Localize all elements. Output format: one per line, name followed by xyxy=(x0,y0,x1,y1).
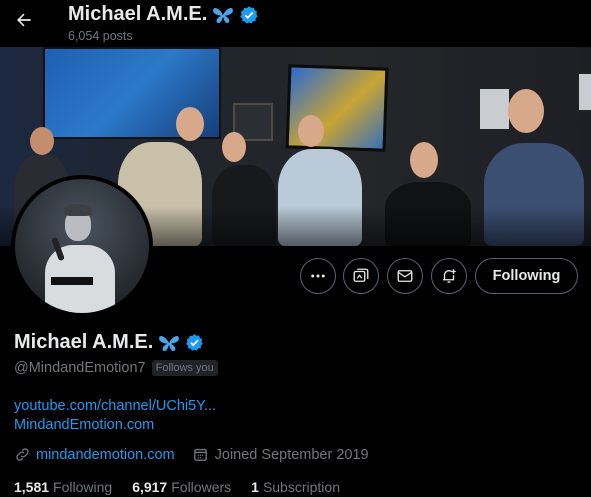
banner-person-head xyxy=(30,127,54,155)
butterfly-icon xyxy=(213,7,234,23)
butterfly-icon xyxy=(159,335,180,351)
avatar-hair xyxy=(64,204,92,216)
banner-person-head xyxy=(410,142,438,178)
profile-name-row: Michael A.M.E. xyxy=(14,331,204,354)
joined-item: Joined September 2019 xyxy=(192,446,369,463)
header-name: Michael A.M.E. xyxy=(68,3,208,25)
profile-name: Michael A.M.E. xyxy=(14,331,154,353)
stat-number: 6,917 xyxy=(132,479,168,495)
stat-label: Followers xyxy=(171,479,232,495)
profile-actions: Following xyxy=(0,258,591,294)
profile-meta: mindandemotion.com Joined September 2019 xyxy=(14,446,369,463)
banner-person-head xyxy=(176,107,204,141)
post-count: 6,054 posts xyxy=(68,29,133,43)
subscription-count[interactable]: 1 Subscription xyxy=(251,479,340,495)
banner-wall-frame xyxy=(478,87,511,131)
grok-button[interactable] xyxy=(343,258,379,294)
message-button[interactable] xyxy=(387,258,423,294)
banner-person-head xyxy=(298,115,324,147)
website-item: mindandemotion.com xyxy=(14,446,175,463)
verified-badge-icon[interactable] xyxy=(185,333,204,352)
banner-person-head xyxy=(508,89,544,133)
profile-handle: @MindandEmotion7 xyxy=(14,360,146,376)
banner-person-head xyxy=(222,132,246,162)
calendar-icon xyxy=(193,448,207,461)
joined-date: Joined September 2019 xyxy=(214,446,369,463)
grok-icon xyxy=(353,268,369,282)
stat-label: Following xyxy=(53,479,113,495)
avatar-ring[interactable] xyxy=(11,175,153,317)
notify-button[interactable] xyxy=(431,258,467,294)
stat-label: Subscription xyxy=(262,479,340,495)
bell-plus-icon xyxy=(443,269,456,283)
back-button[interactable] xyxy=(10,6,38,34)
followers-count[interactable]: 6,917 Followers xyxy=(132,479,231,495)
profile-stats: 1,581 Following 6,917 Followers 1 Subscr… xyxy=(14,479,360,495)
more-icon xyxy=(311,274,325,278)
stat-number: 1,581 xyxy=(14,479,50,495)
mail-icon xyxy=(397,270,413,282)
more-button[interactable] xyxy=(300,258,336,294)
top-bar: Michael A.M.E. 6,054 posts xyxy=(0,0,591,47)
arrow-left-icon xyxy=(16,13,31,27)
bio-link-website[interactable]: MindandEmotion.com xyxy=(14,417,154,433)
header-name-row: Michael A.M.E. xyxy=(68,3,259,26)
handle-row: @MindandEmotion7 Follows you xyxy=(14,360,218,376)
following-count[interactable]: 1,581 Following xyxy=(14,479,112,495)
following-button[interactable]: Following xyxy=(475,258,578,294)
verified-badge-icon xyxy=(240,5,258,24)
link-icon xyxy=(16,448,29,461)
stat-number: 1 xyxy=(251,479,259,495)
follows-you-badge: Follows you xyxy=(151,360,218,376)
website-link[interactable]: mindandemotion.com xyxy=(36,447,175,463)
banner-wall-frame xyxy=(577,72,591,112)
bio-link-youtube[interactable]: youtube.com/channel/UChi5Y... xyxy=(14,398,216,414)
